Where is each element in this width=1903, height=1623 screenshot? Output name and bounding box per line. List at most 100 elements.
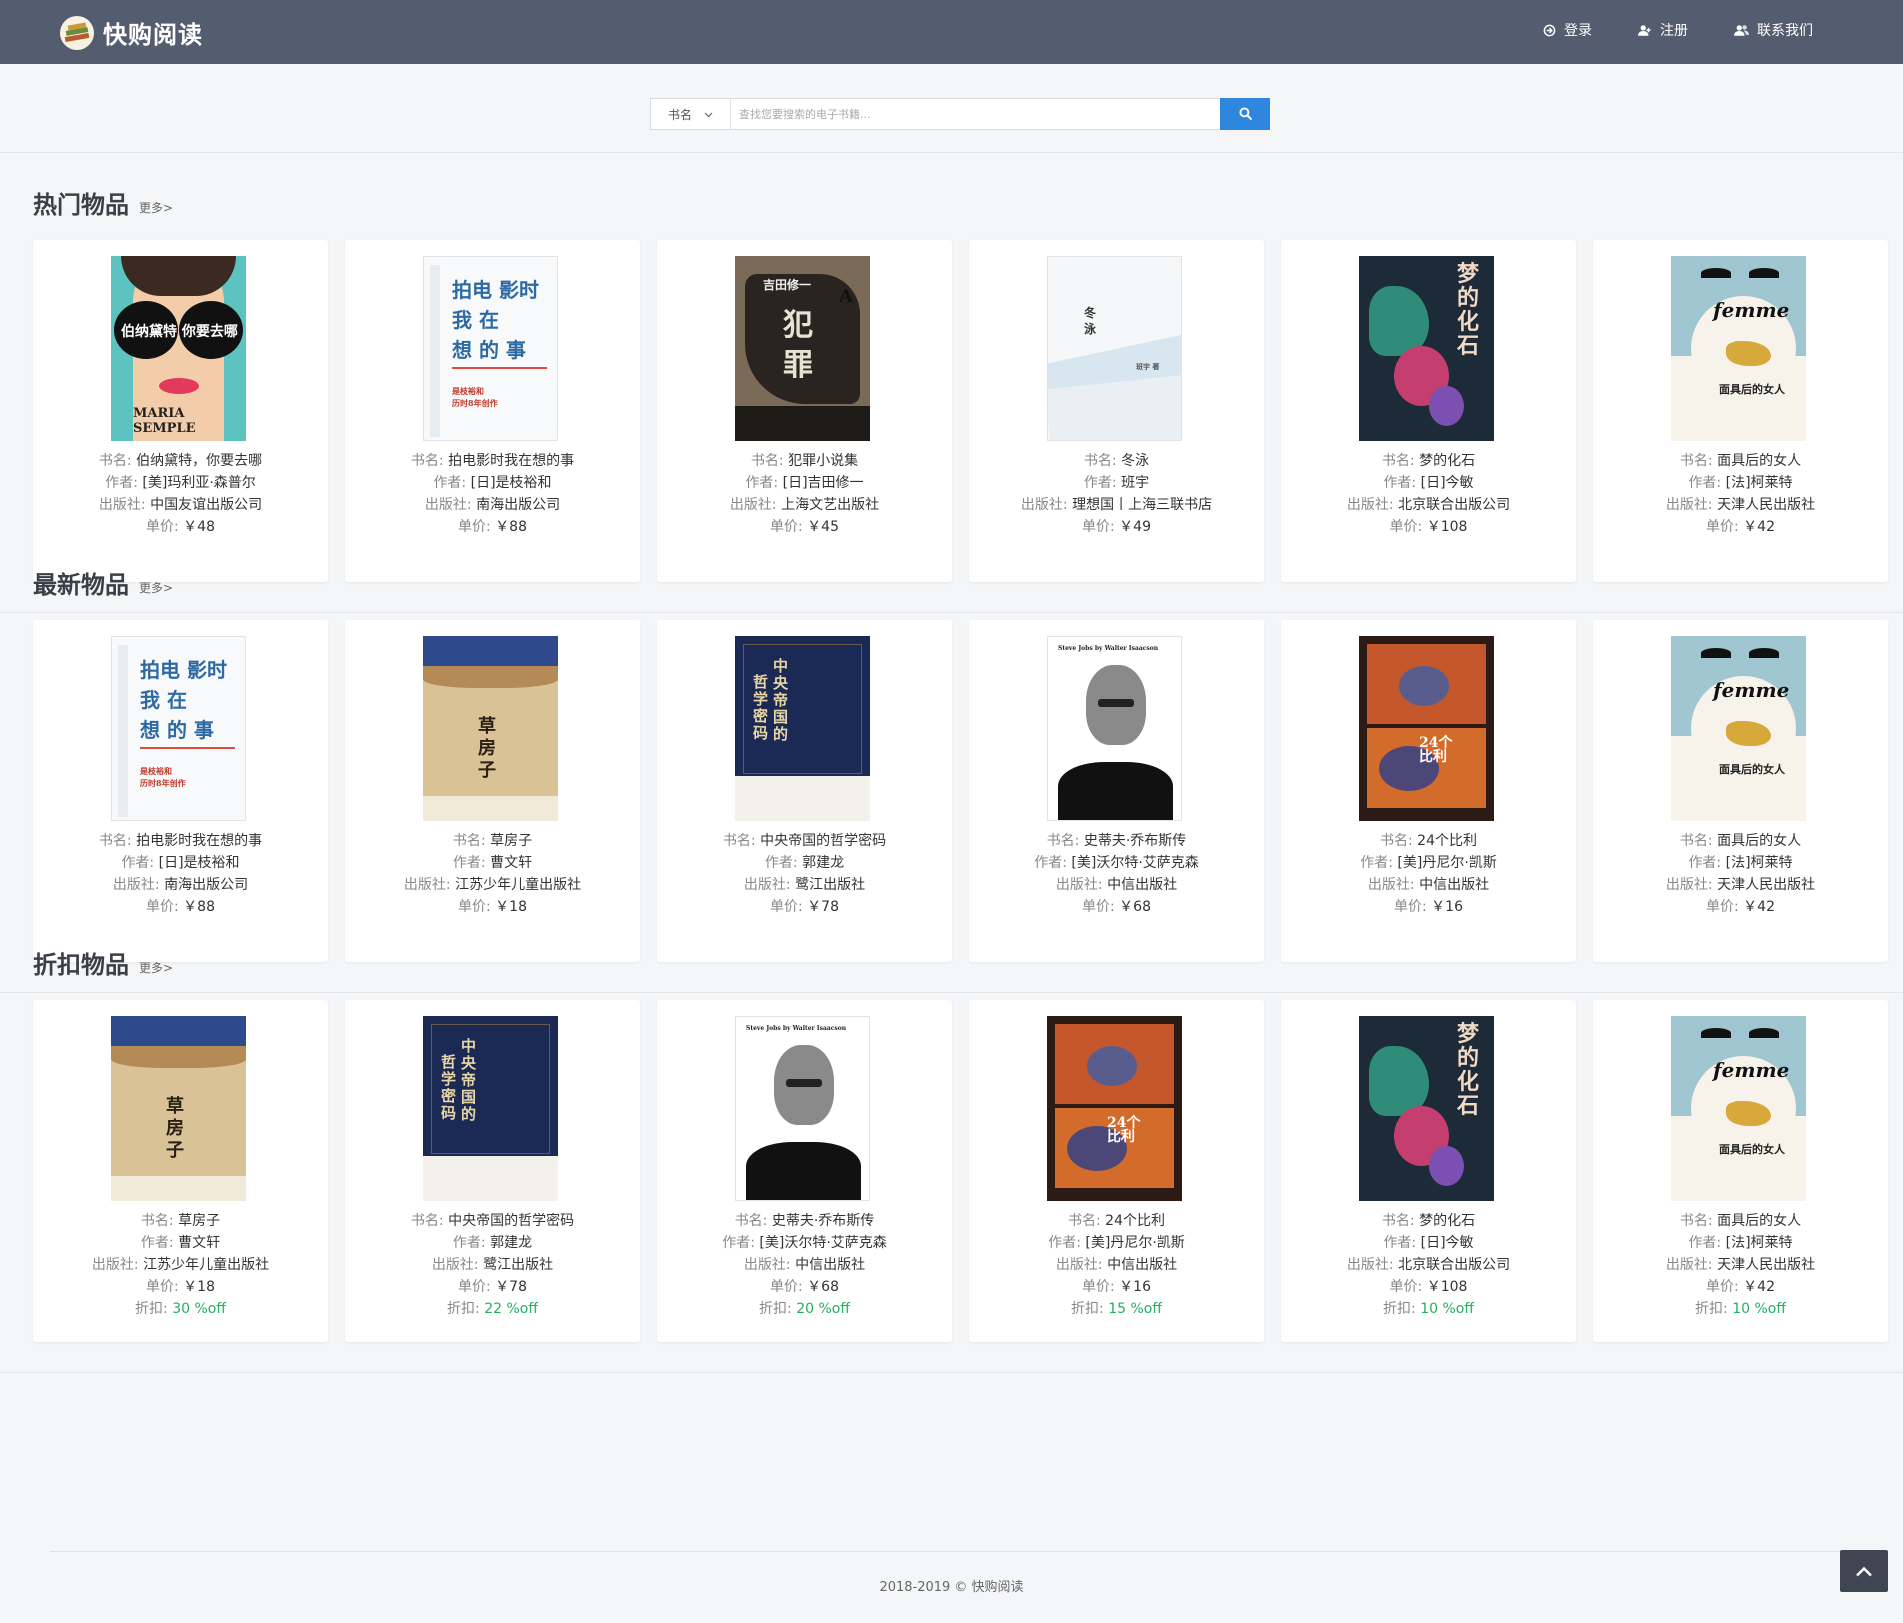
book-card[interactable]: 中央帝国的 哲学密码 书名: 中央帝国的哲学密码 作者: 郭建龙 出版社: 鹭江… bbox=[657, 620, 952, 962]
book-publisher-line: 出版社: 鹭江出版社 bbox=[345, 1254, 640, 1276]
book-title-line: 书名: 史蒂夫·乔布斯传 bbox=[969, 830, 1264, 852]
book-cover-image[interactable]: 拍电 影时我 在想 的 事 是枝裕和 历时8年创作 bbox=[423, 256, 558, 441]
book-card[interactable]: 冬泳 班宇 著 书名: 冬泳 作者: 班宇 出版社: 理想国丨上海三联书店 单价… bbox=[969, 240, 1264, 582]
book-cover-image[interactable]: 草房子 bbox=[111, 1016, 246, 1201]
book-publisher-line: 出版社: 北京联合出版公司 bbox=[1281, 1254, 1576, 1276]
book-card[interactable]: 梦的化石 书名: 梦的化石 作者: [日]今敏 出版社: 北京联合出版公司 单价… bbox=[1281, 240, 1576, 582]
title-label: 书名: bbox=[1679, 833, 1718, 849]
book-author: 班宇 bbox=[1121, 475, 1150, 491]
book-title: 梦的化石 bbox=[1419, 1213, 1476, 1229]
brand-name[interactable]: 快购阅读 bbox=[103, 15, 203, 50]
book-cover-image[interactable]: 24个 比利 bbox=[1359, 636, 1494, 821]
book-card[interactable]: 梦的化石 书名: 梦的化石 作者: [日]今敏 出版社: 北京联合出版公司 单价… bbox=[1281, 1000, 1576, 1342]
book-cover-image[interactable]: 拍电 影时我 在想 的 事 是枝裕和 历时8年创作 bbox=[111, 636, 246, 821]
title-label: 书名: bbox=[1679, 1213, 1718, 1229]
book-author: [美]丹尼尔·凯斯 bbox=[1397, 855, 1497, 871]
book-price: ￥68 bbox=[807, 1279, 839, 1295]
title-label: 书名: bbox=[1380, 833, 1418, 849]
author-label: 作者: bbox=[764, 855, 803, 871]
book-publisher-line: 出版社: 中信出版社 bbox=[969, 874, 1264, 896]
login-link[interactable]: 登录 bbox=[1543, 20, 1592, 40]
search-button[interactable] bbox=[1220, 98, 1270, 130]
book-cover-image[interactable]: 梦的化石 bbox=[1359, 256, 1494, 441]
book-cover-image[interactable]: 中央帝国的 哲学密码 bbox=[423, 1016, 558, 1201]
book-discount: 22 %off bbox=[484, 1301, 538, 1317]
publisher-label: 出版社: bbox=[98, 497, 151, 513]
book-cover-image[interactable]: 24个 比利 bbox=[1047, 1016, 1182, 1201]
book-card[interactable]: 24个 比利 书名: 24个比利 作者: [美]丹尼尔·凯斯 出版社: 中信出版社… bbox=[1281, 620, 1576, 962]
book-card[interactable]: 中央帝国的 哲学密码 书名: 中央帝国的哲学密码 作者: 郭建龙 出版社: 鹭江… bbox=[345, 1000, 640, 1342]
discount-label: 折扣: bbox=[1071, 1301, 1109, 1317]
book-card[interactable]: 草房子 书名: 草房子 作者: 曹文轩 出版社: 江苏少年儿童出版社 单价: ￥… bbox=[33, 1000, 328, 1342]
nav-links: 登录 注册 联系我们 bbox=[1543, 20, 1813, 40]
book-cover-image[interactable]: Steve Jobs by Walter Isaacson bbox=[735, 1016, 870, 1201]
book-title-line: 书名: 草房子 bbox=[345, 830, 640, 852]
book-card[interactable]: 拍电 影时我 在想 的 事 是枝裕和 历时8年创作 书名: 拍电影时我在想的事 作… bbox=[345, 240, 640, 582]
search-type-select[interactable]: 书名 bbox=[651, 99, 731, 129]
book-card[interactable]: Steve Jobs by Walter Isaacson 书名: 史蒂夫·乔布… bbox=[657, 1000, 952, 1342]
book-card[interactable]: 拍电 影时我 在想 的 事 是枝裕和 历时8年创作 书名: 拍电影时我在想的事 作… bbox=[33, 620, 328, 962]
title-label: 书名: bbox=[722, 833, 761, 849]
section-3: 折扣物品 更多> 草房子 书名: 草房子 作者: 曹文轩 出版社: 江苏少年儿童… bbox=[0, 913, 1903, 1373]
book-card[interactable]: Steve Jobs by Walter Isaacson 书名: 史蒂夫·乔布… bbox=[969, 620, 1264, 962]
book-info: 书名: 面具后的女人 作者: [法]柯莱特 出版社: 天津人民出版社 单价: ￥… bbox=[1593, 830, 1888, 918]
book-author-line: 作者: [日]是枝裕和 bbox=[33, 852, 328, 874]
book-info: 书名: 24个比利 作者: [美]丹尼尔·凯斯 出版社: 中信出版社 单价: ￥… bbox=[1281, 830, 1576, 918]
chevron-up-icon bbox=[1855, 1562, 1873, 1581]
contact-link[interactable]: 联系我们 bbox=[1734, 20, 1813, 40]
book-cover-image[interactable]: 草房子 bbox=[423, 636, 558, 821]
register-link[interactable]: 注册 bbox=[1638, 20, 1688, 40]
more-link[interactable]: 更多> bbox=[139, 959, 173, 980]
chevron-down-icon bbox=[704, 107, 713, 121]
more-link[interactable]: 更多> bbox=[139, 199, 173, 220]
price-label: 单价: bbox=[1389, 1279, 1427, 1295]
book-cover-image[interactable]: femme 面具后的女人 bbox=[1671, 1016, 1806, 1201]
login-label: 登录 bbox=[1564, 23, 1592, 39]
book-title-line: 书名: 24个比利 bbox=[1281, 830, 1576, 852]
author-label: 作者: bbox=[1383, 475, 1421, 491]
book-title: 24个比利 bbox=[1417, 833, 1477, 849]
book-price: ￥42 bbox=[1743, 1279, 1775, 1295]
book-cover-image[interactable]: 冬泳 班宇 著 bbox=[1047, 256, 1182, 441]
book-info: 书名: 面具后的女人 作者: [法]柯莱特 出版社: 天津人民出版社 单价: ￥… bbox=[1593, 450, 1888, 538]
book-cover-image[interactable]: Steve Jobs by Walter Isaacson bbox=[1047, 636, 1182, 821]
title-label: 书名: bbox=[410, 453, 449, 469]
discount-label: 折扣: bbox=[135, 1301, 173, 1317]
book-card[interactable]: 伯纳黛特 你要去哪 MARIA SEMPLE 书名: 伯纳黛特，你要去哪 作者:… bbox=[33, 240, 328, 582]
book-author: [日]吉田修一 bbox=[782, 475, 864, 491]
author-label: 作者: bbox=[1083, 475, 1122, 491]
book-cover-image[interactable]: femme 面具后的女人 bbox=[1671, 256, 1806, 441]
book-price-line: 单价: ￥78 bbox=[345, 1276, 640, 1298]
more-link[interactable]: 更多> bbox=[139, 579, 173, 600]
book-cover-image[interactable]: femme 面具后的女人 bbox=[1671, 636, 1806, 821]
price-label: 单价: bbox=[1082, 1279, 1120, 1295]
book-cover-image[interactable]: 梦的化石 bbox=[1359, 1016, 1494, 1201]
book-card[interactable]: femme 面具后的女人 书名: 面具后的女人 作者: [法]柯莱特 出版社: … bbox=[1593, 240, 1888, 582]
book-title: 伯纳黛特，你要去哪 bbox=[136, 453, 263, 469]
book-card[interactable]: femme 面具后的女人 书名: 面具后的女人 作者: [法]柯莱特 出版社: … bbox=[1593, 620, 1888, 962]
book-publisher-line: 出版社: 中国友谊出版公司 bbox=[33, 494, 328, 516]
book-publisher: 江苏少年儿童出版社 bbox=[455, 877, 582, 893]
logo-icon[interactable] bbox=[60, 16, 94, 50]
book-title: 草房子 bbox=[178, 1213, 221, 1229]
book-card[interactable]: 吉田修一 犯罪 A 书名: 犯罪小说集 作者: [日]吉田修一 出版社: 上海文… bbox=[657, 240, 952, 582]
book-card[interactable]: 草房子 书名: 草房子 作者: 曹文轩 出版社: 江苏少年儿童出版社 单价: ￥… bbox=[345, 620, 640, 962]
back-to-top-button[interactable] bbox=[1840, 1550, 1888, 1592]
book-title: 犯罪小说集 bbox=[788, 453, 859, 469]
book-card[interactable]: femme 面具后的女人 书名: 面具后的女人 作者: [法]柯莱特 出版社: … bbox=[1593, 1000, 1888, 1342]
book-price-line: 单价: ￥42 bbox=[1593, 1276, 1888, 1298]
book-cover-image[interactable]: 中央帝国的 哲学密码 bbox=[735, 636, 870, 821]
title-label: 书名: bbox=[452, 833, 491, 849]
book-title-line: 书名: 冬泳 bbox=[969, 450, 1264, 472]
book-card[interactable]: 24个 比利 书名: 24个比利 作者: [美]丹尼尔·凯斯 出版社: 中信出版社… bbox=[969, 1000, 1264, 1342]
search-input[interactable] bbox=[731, 99, 1220, 129]
title-label: 书名: bbox=[1679, 453, 1718, 469]
book-publisher: 鹭江出版社 bbox=[795, 877, 866, 893]
book-grid: 拍电 影时我 在想 的 事 是枝裕和 历时8年创作 书名: 拍电影时我在想的事 作… bbox=[33, 620, 1888, 962]
book-author: [日]是枝裕和 bbox=[470, 475, 552, 491]
book-author-line: 作者: [美]玛利亚·森普尔 bbox=[33, 472, 328, 494]
title-label: 书名: bbox=[750, 453, 789, 469]
price-label: 单价: bbox=[770, 1279, 808, 1295]
book-cover-image[interactable]: 吉田修一 犯罪 A bbox=[735, 256, 870, 441]
book-cover-image[interactable]: 伯纳黛特 你要去哪 MARIA SEMPLE bbox=[111, 256, 246, 441]
